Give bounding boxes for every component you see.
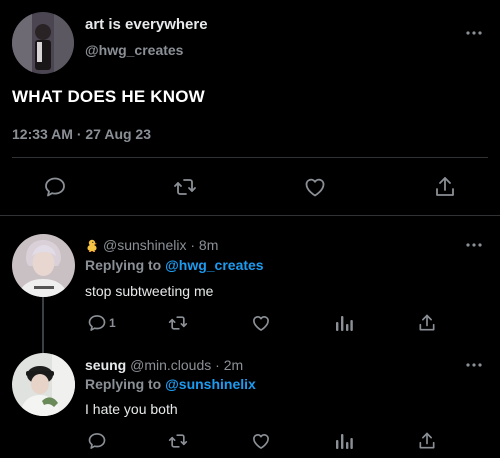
replying-label: Replying to [85, 376, 162, 392]
mention-link[interactable]: @hwg_creates [165, 257, 263, 273]
share-icon[interactable] [417, 431, 437, 451]
chick-emoji-icon [85, 238, 99, 252]
views-icon[interactable] [334, 313, 354, 333]
avatar[interactable] [12, 234, 75, 297]
user-handle[interactable]: @sunshinelix [103, 237, 186, 253]
reply-time[interactable]: · 2m [215, 357, 243, 373]
like-icon[interactable] [303, 175, 327, 199]
mention-link[interactable]: @sunshinelix [165, 376, 256, 392]
user-handle[interactable]: @hwg_creates [85, 42, 183, 58]
avatar[interactable] [12, 12, 74, 74]
reply-text: I hate you both [85, 401, 178, 417]
reply-text: stop subtweeting me [85, 283, 214, 299]
retweet-icon[interactable] [168, 431, 188, 451]
reply-tweet[interactable]: @sunshinelix · 8m Replying to @hwg_creat… [0, 217, 500, 343]
timestamp[interactable]: 12:33 AM · 27 Aug 23 [12, 126, 151, 142]
reply-icon[interactable] [43, 175, 67, 199]
main-tweet: art is everywhere @hwg_creates WHAT DOES… [0, 0, 500, 216]
reply-time[interactable]: · 8m [190, 237, 218, 253]
reply-icon[interactable] [87, 431, 107, 451]
like-icon[interactable] [251, 431, 271, 451]
tweet-text: WHAT DOES HE KNOW [12, 87, 205, 106]
reply-count: 1 [109, 316, 116, 330]
replying-to: Replying to @hwg_creates [85, 257, 264, 273]
more-icon[interactable] [466, 242, 482, 248]
more-icon[interactable] [466, 362, 482, 368]
retweet-icon[interactable] [173, 175, 197, 199]
reply-icon[interactable] [87, 313, 107, 333]
avatar[interactable] [12, 353, 75, 416]
replying-to: Replying to @sunshinelix [85, 376, 256, 392]
replying-label: Replying to [85, 257, 162, 273]
reply-header: seung @min.clouds · 2m [85, 357, 243, 373]
retweet-icon[interactable] [168, 313, 188, 333]
tweet-thread: art is everywhere @hwg_creates WHAT DOES… [0, 0, 500, 458]
user-handle[interactable]: @min.clouds [130, 357, 211, 373]
views-icon[interactable] [334, 431, 354, 451]
display-name[interactable]: art is everywhere [85, 16, 208, 33]
reply-header: @sunshinelix · 8m [85, 237, 218, 253]
divider [12, 157, 488, 158]
share-icon[interactable] [433, 175, 457, 199]
display-name[interactable]: seung [85, 357, 126, 373]
share-icon[interactable] [417, 313, 437, 333]
like-icon[interactable] [251, 313, 271, 333]
more-icon[interactable] [466, 30, 482, 36]
reply-tweet[interactable]: seung @min.clouds · 2m Replying to @suns… [0, 343, 500, 458]
